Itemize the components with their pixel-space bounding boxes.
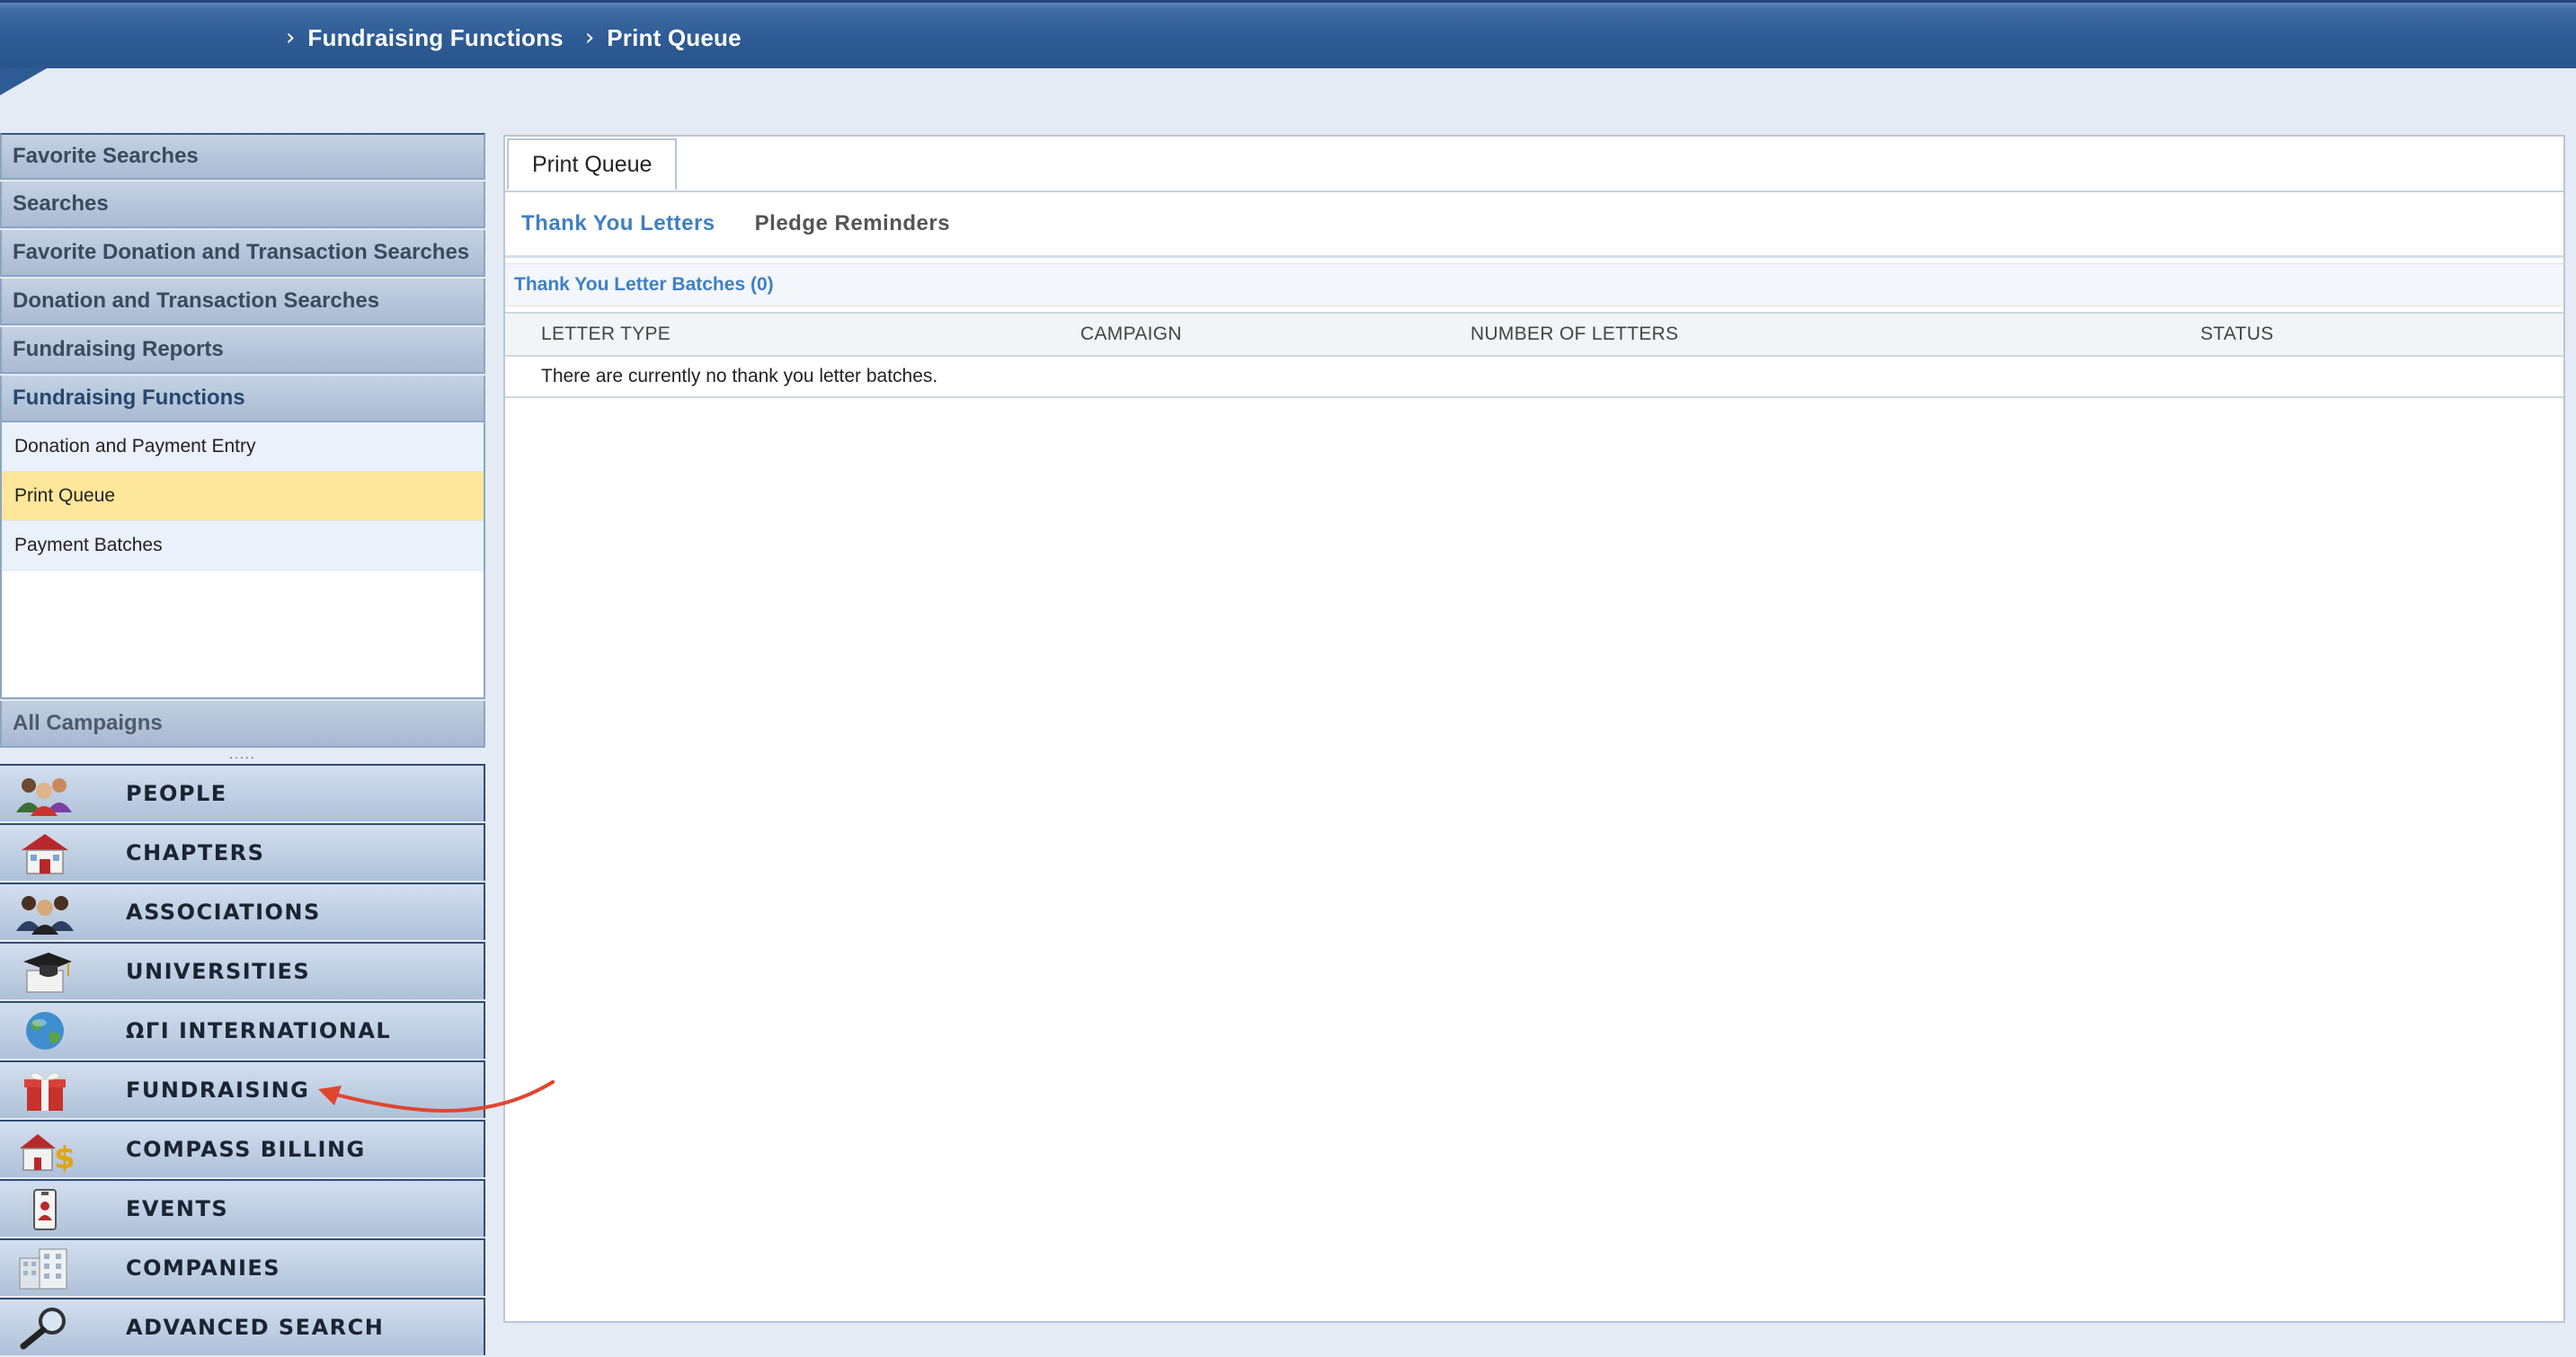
breadcrumb-fundraising-functions[interactable]: Fundraising Functions xyxy=(307,24,563,52)
main-tab-bar: Print Queue xyxy=(505,137,2563,192)
sidebar-section-fundraising-reports[interactable]: Fundraising Reports xyxy=(0,327,485,374)
graduation-cap-icon xyxy=(13,949,77,994)
module-label: COMPANIES xyxy=(126,1255,281,1281)
module-chapters[interactable]: CHAPTERS xyxy=(0,823,485,881)
sidebar-section-fundraising-functions[interactable]: Fundraising Functions xyxy=(0,376,485,422)
header-notch xyxy=(0,68,47,95)
main-panel: Print Queue Thank You Letters Pledge Rem… xyxy=(503,135,2565,1323)
sidebar-item-payment-batches[interactable]: Payment Batches xyxy=(2,521,484,571)
globe-icon xyxy=(13,1008,77,1053)
sidebar-section-favorite-searches[interactable]: Favorite Searches xyxy=(0,133,485,180)
sidebar-section-favorite-donation-searches[interactable]: Favorite Donation and Transaction Search… xyxy=(0,230,485,277)
module-label: ADVANCED SEARCH xyxy=(126,1315,385,1340)
module-label: PEOPLE xyxy=(126,781,227,806)
module-advanced-search[interactable]: ADVANCED SEARCH xyxy=(0,1298,485,1355)
breadcrumb-separator-icon: › xyxy=(584,24,595,51)
module-label: FUNDRAISING xyxy=(126,1078,310,1103)
subtab-thank-you-letters[interactable]: Thank You Letters xyxy=(521,211,715,236)
people-icon xyxy=(13,771,77,816)
gift-icon xyxy=(13,1068,77,1113)
module-companies[interactable]: COMPANIES xyxy=(0,1238,485,1296)
batches-table-header: LETTER TYPE CAMPAIGN NUMBER OF LETTERS S… xyxy=(505,312,2563,357)
building-icon xyxy=(13,1246,77,1290)
svg-text:$: $ xyxy=(54,1140,76,1172)
fundraising-functions-list: Donation and Payment Entry Print Queue P… xyxy=(0,422,485,699)
sidebar-item-print-queue[interactable]: Print Queue xyxy=(2,472,484,521)
house-icon xyxy=(13,830,77,875)
associations-icon xyxy=(13,890,77,935)
module-universities[interactable]: UNIVERSITIES xyxy=(0,942,485,999)
breadcrumb: › Fundraising Functions › Print Queue xyxy=(286,22,742,53)
batches-section-title[interactable]: Thank You Letter Batches (0) xyxy=(505,263,2563,306)
subtab-bar: Thank You Letters Pledge Reminders xyxy=(505,192,2563,258)
module-nav: PEOPLE CHAPTERS ASSOCIATIONS UNIVERSITIE… xyxy=(0,764,485,1357)
column-letter-type[interactable]: LETTER TYPE xyxy=(541,314,671,355)
billing-icon: $ xyxy=(13,1127,77,1172)
module-label: ΩΓΙ INTERNATIONAL xyxy=(126,1018,392,1043)
column-status[interactable]: STATUS xyxy=(2200,314,2274,355)
annotation-arrow-icon xyxy=(318,1080,555,1113)
tab-print-queue[interactable]: Print Queue xyxy=(507,138,678,191)
sidebar-section-donation-searches[interactable]: Donation and Transaction Searches xyxy=(0,279,485,325)
top-header-bar: › Fundraising Functions › Print Queue xyxy=(0,0,2576,68)
module-label: COMPASS BILLING xyxy=(126,1137,366,1162)
magnifier-icon xyxy=(13,1305,77,1350)
sidebar-section-searches[interactable]: Searches xyxy=(0,182,485,228)
module-label: ASSOCIATIONS xyxy=(126,900,321,925)
column-number-of-letters[interactable]: NUMBER OF LETTERS xyxy=(1470,314,1678,355)
module-international[interactable]: ΩΓΙ INTERNATIONAL xyxy=(0,1001,485,1059)
sidebar-section-all-campaigns[interactable]: All Campaigns xyxy=(0,701,485,748)
splitter-grip[interactable]: ..... xyxy=(0,748,485,762)
column-campaign[interactable]: CAMPAIGN xyxy=(1080,314,1182,355)
badge-icon xyxy=(13,1186,77,1231)
sidebar-item-donation-payment-entry[interactable]: Donation and Payment Entry xyxy=(2,422,484,472)
module-label: EVENTS xyxy=(126,1196,229,1221)
module-events[interactable]: EVENTS xyxy=(0,1179,485,1237)
module-people[interactable]: PEOPLE xyxy=(0,764,485,821)
module-associations[interactable]: ASSOCIATIONS xyxy=(0,882,485,940)
breadcrumb-separator-icon: › xyxy=(286,24,296,51)
module-label: CHAPTERS xyxy=(126,840,265,865)
subtab-pledge-reminders[interactable]: Pledge Reminders xyxy=(755,211,950,236)
module-label: UNIVERSITIES xyxy=(126,959,311,984)
empty-table-message: There are currently no thank you letter … xyxy=(505,357,2563,398)
breadcrumb-print-queue: Print Queue xyxy=(607,23,742,51)
